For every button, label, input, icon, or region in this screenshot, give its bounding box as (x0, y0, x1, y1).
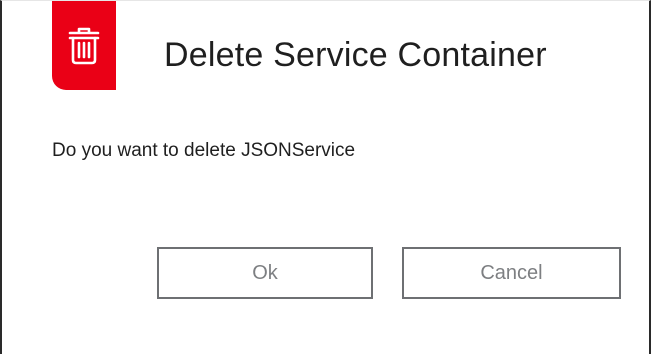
dialog-message: Do you want to delete JSONService (52, 140, 356, 161)
cancel-button[interactable]: Cancel (402, 247, 621, 299)
delete-dialog: Delete Service Container Do you want to … (0, 0, 651, 354)
trash-icon-badge (52, 1, 116, 90)
trash-icon (68, 27, 100, 65)
ok-button[interactable]: Ok (157, 247, 373, 299)
dialog-title: Delete Service Container (164, 36, 547, 74)
